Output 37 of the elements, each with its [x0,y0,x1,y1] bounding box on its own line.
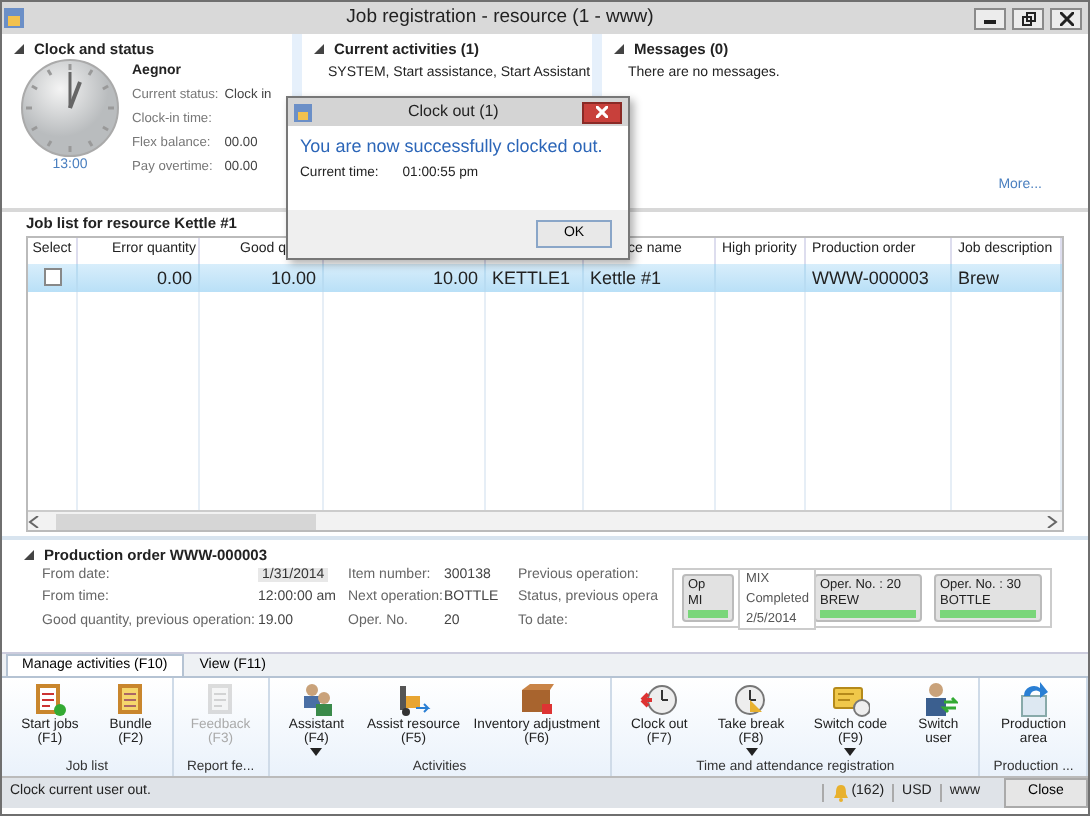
close-button[interactable] [582,101,622,123]
clock-drawing [20,58,120,158]
clock-icon [640,680,679,718]
app-icon [2,6,26,30]
clipboard-icon [30,680,69,718]
forklift-icon [394,680,433,718]
dialog-title: Clock out (1) [408,102,499,122]
caret-icon [844,747,857,756]
table-cell: WWW-000003 [806,264,952,292]
collapse-icon[interactable] [12,42,26,56]
app-icon [294,103,312,121]
clock-icon [732,680,771,718]
table-cell: 0.00 [78,264,200,292]
scroll-left-icon [28,515,40,527]
collapse-icon[interactable] [312,42,326,56]
restore-icon [1021,11,1035,25]
caret-icon [745,747,758,756]
caret-icon [310,747,323,756]
table-cell: Kettle #1 [584,264,716,292]
horizontal-scrollbar[interactable] [28,510,1062,530]
table-cell: 10.00 [324,264,486,292]
collapse-icon[interactable] [22,548,36,562]
table-row[interactable]: 0.00 10.00 10.00 KETTLE1 Kettle #1 WWW-000003 Brew [28,264,1062,292]
box-icon [517,680,556,718]
collapse-icon[interactable] [612,42,626,56]
minimize-button[interactable] [974,7,1006,29]
dialog-message: You are now successfully clocked out. [298,134,605,160]
window-title: Job registration - resource (1 - www) [344,6,656,30]
restore-button[interactable] [1012,7,1044,29]
scroll-right-icon [1046,515,1058,527]
table-cell: Brew [952,264,1062,292]
close-button[interactable] [1050,7,1082,29]
table-cell: 10.00 [200,264,324,292]
close-icon [1059,11,1073,25]
close-icon [596,106,608,118]
table-cell: KETTLE1 [486,264,584,292]
checkbox[interactable] [44,268,62,286]
